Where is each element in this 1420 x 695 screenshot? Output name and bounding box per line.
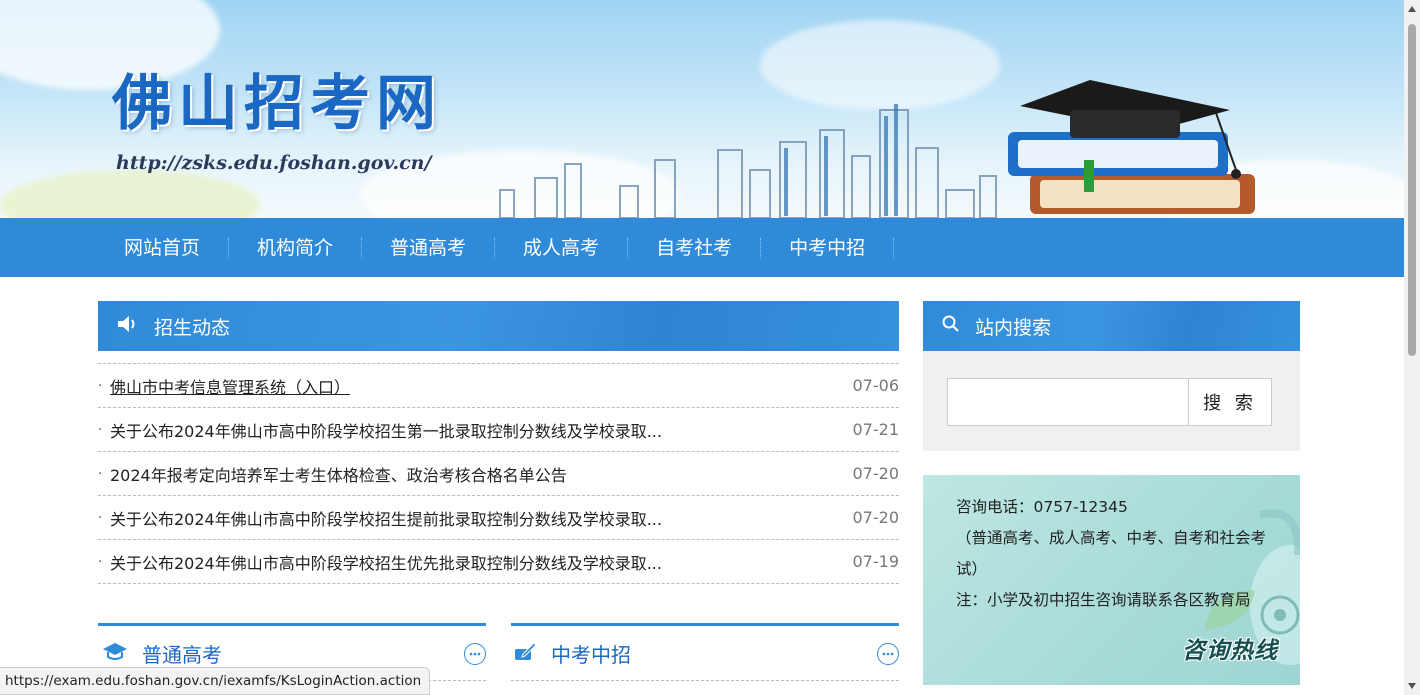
site-logo-url: http://zsks.edu.foshan.gov.cn/ xyxy=(116,152,432,174)
hotline-scope: （普通高考、成人高考、中考、自考和社会考试） xyxy=(956,529,1267,578)
pencil-icon xyxy=(513,641,551,666)
link-status-bar: https://exam.edu.foshan.gov.cn/iexamfs/K… xyxy=(0,667,431,695)
bullet-dot: · xyxy=(98,553,103,570)
scroll-down-arrow-icon[interactable] xyxy=(1408,683,1416,689)
news-item-link[interactable]: 关于公布2024年佛山市高中阶段学校招生优先批录取控制分数线及学校录取... xyxy=(110,550,662,574)
zhongkao-more-button[interactable] xyxy=(877,642,899,665)
news-item: · 2024年报考定向培养军士考生体格检查、政治考核合格名单公告 07-20 xyxy=(98,452,899,496)
bullet-dot: · xyxy=(98,421,103,438)
zhongkao-section-header: 中考中招 xyxy=(511,623,899,681)
search-box: 搜 索 xyxy=(923,351,1300,451)
news-item-link[interactable]: 2024年报考定向培养军士考生体格检查、政治考核合格名单公告 xyxy=(110,462,567,486)
zhongkao-section-title[interactable]: 中考中招 xyxy=(551,639,631,668)
more-dots-icon xyxy=(469,652,481,655)
news-item-date: 07-19 xyxy=(852,552,900,571)
main-nav: 网站首页 机构简介 普通高考 成人高考 自考社考 中考中招 xyxy=(0,218,1404,277)
bullet-dot: · xyxy=(98,465,103,482)
scroll-thumb[interactable] xyxy=(1408,24,1416,356)
books-graduation-cap-illustration xyxy=(1008,80,1255,214)
news-item: · 关于公布2024年佛山市高中阶段学校招生第一批录取控制分数线及学校录取... … xyxy=(98,408,899,452)
news-item-link[interactable]: 关于公布2024年佛山市高中阶段学校招生第一批录取控制分数线及学校录取... xyxy=(110,418,662,442)
gaokao-section-title[interactable]: 普通高考 xyxy=(142,639,222,668)
search-input[interactable] xyxy=(947,378,1189,426)
gaokao-more-button[interactable] xyxy=(464,642,486,665)
bullet-dot: · xyxy=(98,377,103,394)
hotline-badge: 咨询热线 xyxy=(1182,638,1278,664)
search-panel-title: 站内搜索 xyxy=(975,316,1052,339)
news-item: · 佛山市中考信息管理系统（入口） 07-06 xyxy=(98,364,899,408)
nav-item-about[interactable]: 机构简介 xyxy=(229,237,363,258)
nav-item-zhongkao[interactable]: 中考中招 xyxy=(761,237,895,258)
search-icon xyxy=(941,314,961,339)
hotline-phone: 咨询电话：0757-12345 xyxy=(956,498,1128,516)
grass-decoration xyxy=(0,170,260,218)
news-panel-header: 招生动态 xyxy=(98,301,899,351)
graduation-cap-icon xyxy=(102,641,142,666)
nav-item-gaokao[interactable]: 普通高考 xyxy=(362,237,496,258)
bullet-dot: · xyxy=(98,509,103,526)
nav-item-self-study-exam[interactable]: 自考社考 xyxy=(628,237,762,258)
news-item-date: 07-06 xyxy=(852,376,900,395)
news-list: · 佛山市中考信息管理系统（入口） 07-06 · 关于公布2024年佛山市高中阶段… xyxy=(98,363,899,584)
news-item-link[interactable]: 关于公布2024年佛山市高中阶段学校招生提前批录取控制分数线及学校录取... xyxy=(110,506,662,530)
news-panel-title: 招生动态 xyxy=(154,316,231,339)
search-panel-header: 站内搜索 xyxy=(923,301,1300,351)
speaker-icon xyxy=(116,314,140,339)
news-item: · 关于公布2024年佛山市高中阶段学校招生优先批录取控制分数线及学校录取... … xyxy=(98,540,899,584)
nav-item-home[interactable]: 网站首页 xyxy=(96,237,230,258)
site-logo-title[interactable]: 佛山招考网 xyxy=(112,74,442,134)
nav-item-adult-exam[interactable]: 成人高考 xyxy=(495,237,629,258)
divider xyxy=(511,680,899,682)
more-dots-icon xyxy=(882,652,894,655)
header-banner: 佛山招考网 http://zsks.edu.foshan.gov.cn/ xyxy=(0,0,1404,218)
hotline-note: 注：小学及初中招生咨询请联系各区教育局 xyxy=(956,591,1251,609)
vertical-scrollbar[interactable] xyxy=(1404,0,1420,695)
hotline-panel: 咨询电话：0757-12345 （普通高考、成人高考、中考、自考和社会考试） 注… xyxy=(923,475,1300,685)
news-item: · 关于公布2024年佛山市高中阶段学校招生提前批录取控制分数线及学校录取... … xyxy=(98,496,899,540)
news-item-link[interactable]: 佛山市中考信息管理系统（入口） xyxy=(110,374,350,398)
search-button[interactable]: 搜 索 xyxy=(1188,378,1272,426)
scroll-up-arrow-icon[interactable] xyxy=(1408,6,1416,12)
news-item-date: 07-20 xyxy=(852,508,900,527)
city-skyline-illustration xyxy=(499,104,997,218)
news-item-date: 07-20 xyxy=(852,464,900,483)
news-item-date: 07-21 xyxy=(852,420,900,439)
